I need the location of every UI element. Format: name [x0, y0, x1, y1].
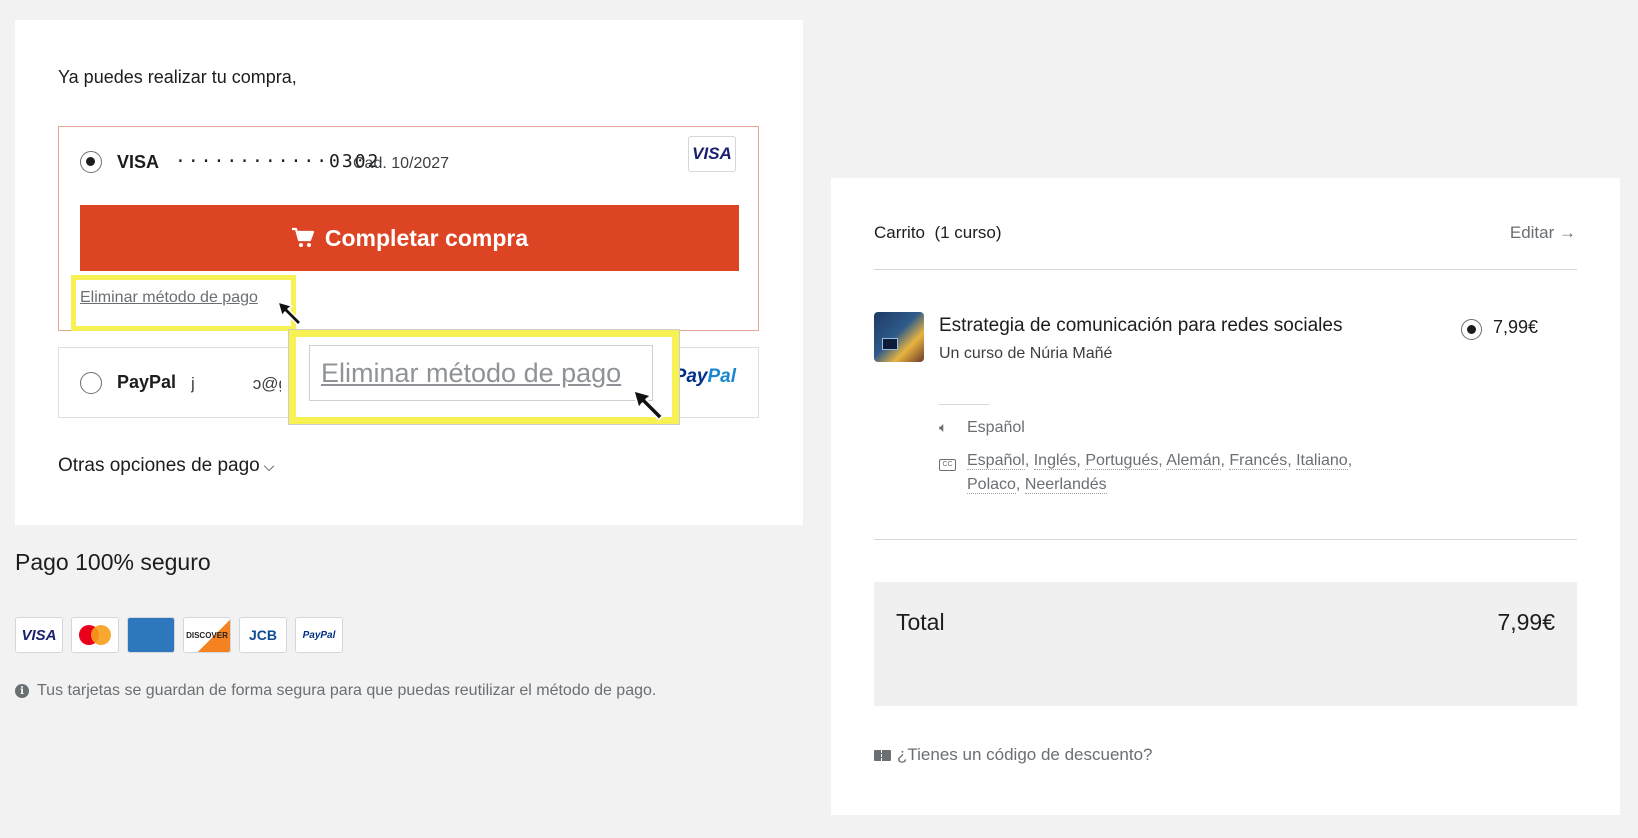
- cart-icon: [291, 227, 314, 247]
- other-payment-options[interactable]: Otras opciones de pago ⌵: [58, 455, 274, 477]
- divider: [874, 539, 1577, 540]
- cart-panel: Carrito (1 curso) Editar → Estrategia de…: [831, 178, 1620, 815]
- price-radio[interactable]: [1461, 319, 1482, 340]
- subtitle-item[interactable]: Francés: [1229, 452, 1288, 470]
- total-value: 7,99€: [1497, 609, 1555, 635]
- visa-card-number: ············0302: [175, 151, 381, 172]
- subtitle-item[interactable]: Alemán: [1166, 452, 1221, 470]
- secure-payment-title: Pago 100% seguro: [15, 549, 211, 575]
- chevron-down-icon: ⌵: [263, 458, 275, 474]
- card-logos: VISA DISCOVER JCB PayPal: [15, 617, 343, 653]
- info-icon: i: [15, 684, 29, 698]
- cart-title: Carrito (1 curso): [874, 223, 1002, 242]
- closed-captions-icon: CC: [939, 449, 957, 497]
- zoom-callout-label: Eliminar método de pago: [321, 358, 622, 388]
- paypal-email: j ɔ@gı: [191, 374, 281, 394]
- amex-logo-icon: [127, 617, 175, 653]
- other-options-label: Otras opciones de pago: [58, 455, 260, 476]
- total-box: Total 7,99€: [874, 582, 1577, 706]
- discover-logo-icon: DISCOVER: [183, 617, 231, 653]
- visa-logo-icon: VISA: [688, 136, 736, 172]
- paypal-label: PayPal: [117, 372, 177, 392]
- paypal-email-suffix: ɔ@gı: [252, 374, 281, 393]
- paypal-radio[interactable]: [80, 372, 102, 394]
- visa-expiry: Cad. 10/2027: [353, 155, 450, 172]
- edit-cart-link[interactable]: Editar →: [1510, 223, 1576, 243]
- secure-note: i Tus tarjetas se guardan de forma segur…: [15, 682, 656, 700]
- highlight-box: [71, 275, 296, 331]
- secure-note-text: Tus tarjetas se guardan de forma segura …: [37, 682, 657, 699]
- visa-payment-method[interactable]: VISA ············0302 Cad. 10/2027 VISA …: [58, 126, 759, 331]
- jcb-logo-icon: JCB: [239, 617, 287, 653]
- mini-divider: [939, 404, 989, 405]
- payment-intro: Ya puedes realizar tu compra,: [58, 67, 297, 87]
- subtitle-item[interactable]: Portugués: [1085, 452, 1159, 470]
- discount-code-link[interactable]: ¿Tienes un código de descuento?: [874, 745, 1153, 765]
- subtitle-item[interactable]: Neerlandés: [1024, 476, 1107, 494]
- course-author: Un curso de Núria Mañé: [939, 345, 1113, 362]
- mastercard-logo-icon: [71, 617, 119, 653]
- visa-logo-icon: VISA: [15, 617, 63, 653]
- visa-brand-label: VISA: [117, 152, 160, 172]
- subtitle-languages: CC Español, Inglés, Portugués, Alemán, F…: [939, 449, 1459, 497]
- course-price: 7,99€: [1493, 317, 1539, 337]
- course-title: Estrategia de comunicación para redes so…: [939, 315, 1343, 336]
- course-thumbnail: [874, 312, 924, 362]
- payment-panel: Ya puedes realizar tu compra, VISA ·····…: [15, 20, 803, 525]
- zoom-callout: Eliminar método de pago: [289, 330, 679, 424]
- subtitle-item[interactable]: Polaco: [967, 476, 1016, 494]
- paypal-logo-pal: Pal: [707, 366, 736, 387]
- paypal-email-prefix: j: [191, 374, 195, 393]
- speaker-icon: 🔈︎: [939, 419, 948, 435]
- visa-radio[interactable]: [80, 151, 102, 173]
- subtitle-item[interactable]: Español: [967, 452, 1025, 470]
- subtitle-list: Español, Inglés, Portugués, Alemán, Fran…: [967, 452, 1353, 494]
- zoom-callout-inner: Eliminar método de pago: [309, 345, 653, 401]
- audio-language-label: Español: [967, 419, 1025, 436]
- total-label: Total: [896, 609, 945, 635]
- divider: [874, 269, 1577, 270]
- complete-purchase-button[interactable]: Completar compra: [80, 205, 739, 271]
- subtitle-item[interactable]: Inglés: [1033, 452, 1077, 470]
- subtitle-item[interactable]: Italiano: [1296, 452, 1348, 470]
- ticket-icon: [874, 749, 891, 761]
- paypal-logo-icon: PayPal: [674, 366, 736, 388]
- complete-purchase-label: Completar compra: [324, 224, 529, 251]
- paypal-logo-icon: PayPal: [295, 617, 343, 653]
- audio-language: 🔈︎ Español: [939, 419, 1025, 437]
- discount-code-label: ¿Tienes un código de descuento?: [897, 745, 1153, 764]
